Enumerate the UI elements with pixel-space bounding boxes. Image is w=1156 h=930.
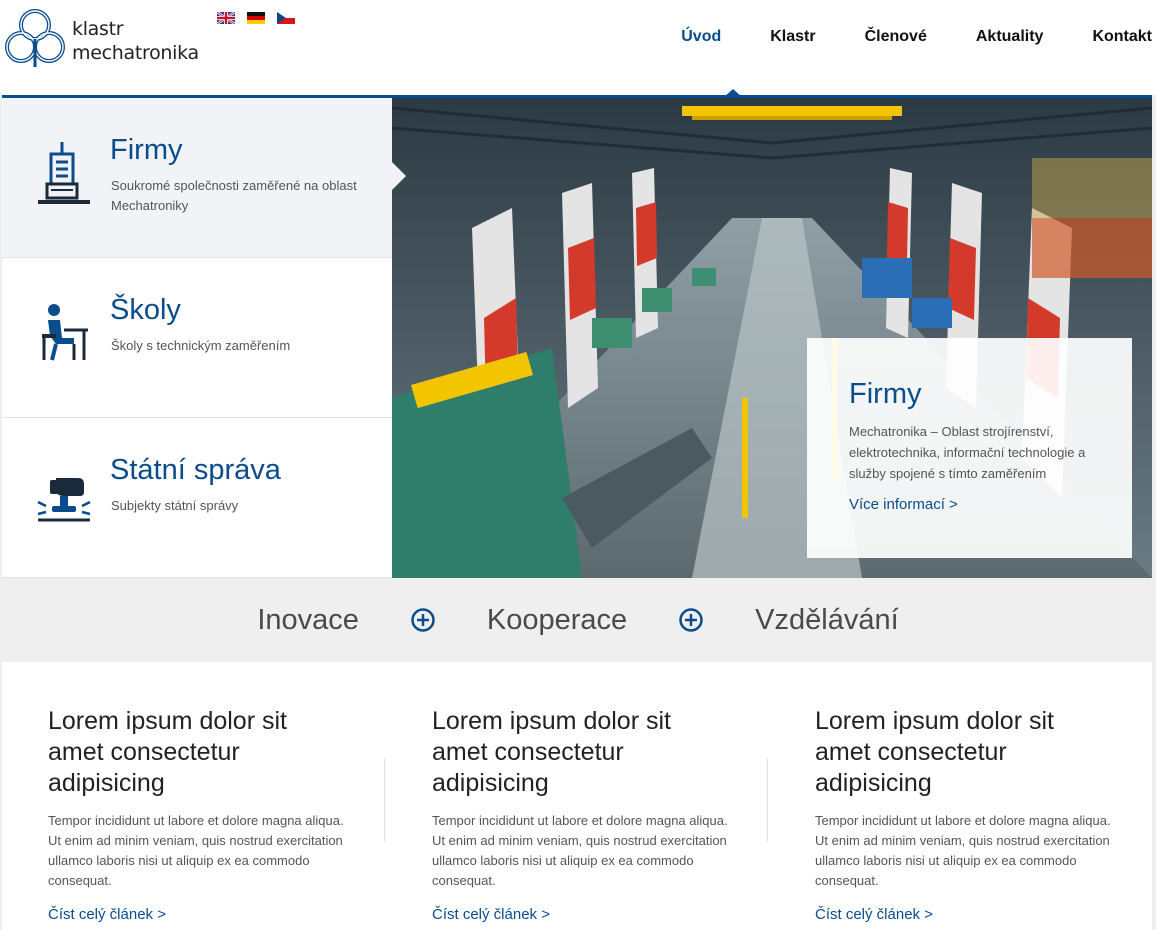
article-text: Tempor incididunt ut labore et dolore ma… bbox=[48, 813, 344, 888]
article-card: Lorem ipsum dolor sit amet consectetur a… bbox=[48, 706, 348, 924]
logo-line-2: mechatronika bbox=[72, 42, 199, 64]
article-card: Lorem ipsum dolor sit amet consectetur a… bbox=[815, 706, 1115, 924]
category-skoly[interactable]: Školy Školy s technickým zaměřením bbox=[2, 258, 392, 418]
uk-flag-icon[interactable] bbox=[217, 12, 235, 24]
circle-plus-icon bbox=[411, 608, 435, 632]
nav-item-klastr[interactable]: Klastr bbox=[770, 28, 815, 46]
article-divider bbox=[767, 758, 768, 842]
category-title: Firmy bbox=[110, 134, 183, 166]
category-description: Subjekty státní správy bbox=[111, 498, 239, 513]
student-desk-icon bbox=[42, 304, 88, 361]
pillars-strip: Inovace Kooperace Vzdělávání bbox=[0, 578, 1156, 662]
nav-item-uvod[interactable]: Úvod bbox=[681, 28, 721, 46]
articles-section: Lorem ipsum dolor sit amet consectetur a… bbox=[2, 662, 1152, 930]
gavel-stamp-icon bbox=[37, 478, 91, 522]
category-list: Firmy Soukromé společnosti zaměřené na o… bbox=[2, 98, 406, 578]
article-title: Lorem ipsum dolor sit amet consectetur a… bbox=[815, 707, 1054, 797]
nav-item-kontakt[interactable]: Kontakt bbox=[1092, 28, 1152, 46]
article-divider bbox=[384, 758, 385, 842]
site-logo[interactable]: klastr mechatronika bbox=[2, 5, 199, 71]
pillar-kooperace: Kooperace bbox=[486, 603, 628, 636]
category-description: Soukromé společnosti zaměřené na oblast … bbox=[111, 178, 357, 213]
hero-text: Mechatronika – Oblast strojírenství, ele… bbox=[849, 424, 1086, 481]
pillar-vzdelavani: Vzdělávání bbox=[755, 603, 899, 636]
category-title: Školy bbox=[110, 294, 181, 326]
circle-plus-icon bbox=[679, 608, 703, 632]
article-read-more-link[interactable]: Číst celý článek > bbox=[815, 906, 933, 923]
article-text: Tempor incididunt ut labore et dolore ma… bbox=[432, 813, 728, 888]
article-title: Lorem ipsum dolor sit amet consectetur a… bbox=[48, 707, 287, 797]
hero-title: Firmy bbox=[849, 378, 922, 410]
hero-more-link[interactable]: Více informací > bbox=[849, 496, 958, 513]
logo-line-1: klastr bbox=[72, 18, 124, 40]
site-header: klastr mechatronika Úvod Klastr Členové bbox=[0, 0, 1156, 95]
de-flag-icon[interactable] bbox=[247, 12, 265, 24]
article-card: Lorem ipsum dolor sit amet consectetur a… bbox=[432, 706, 732, 924]
cz-flag-icon[interactable] bbox=[277, 12, 295, 24]
article-text: Tempor incididunt ut labore et dolore ma… bbox=[815, 813, 1111, 888]
article-title: Lorem ipsum dolor sit amet consectetur a… bbox=[432, 707, 671, 797]
logo-text: klastr mechatronika bbox=[72, 17, 199, 65]
main-nav: Úvod Klastr Členové Aktuality Kontakt bbox=[632, 28, 1152, 46]
category-description: Školy s technickým zaměřením bbox=[111, 338, 291, 353]
pillar-inovace: Inovace bbox=[257, 603, 359, 636]
category-statni-sprava[interactable]: Státní správa Subjekty státní správy bbox=[2, 418, 392, 578]
hero-info-card: Firmy Mechatronika – Oblast strojírenstv… bbox=[807, 338, 1132, 558]
logo-mark-icon bbox=[5, 9, 65, 67]
language-switcher bbox=[217, 12, 295, 24]
article-read-more-link[interactable]: Číst celý článek > bbox=[48, 906, 166, 923]
category-firmy[interactable]: Firmy Soukromé společnosti zaměřené na o… bbox=[2, 98, 406, 258]
nav-item-aktuality[interactable]: Aktuality bbox=[976, 28, 1044, 46]
category-title: Státní správa bbox=[110, 454, 281, 486]
nav-item-clenove[interactable]: Členové bbox=[865, 28, 927, 46]
building-icon bbox=[38, 142, 90, 204]
hero-banner: Firmy Mechatronika – Oblast strojírenstv… bbox=[392, 98, 1152, 578]
article-read-more-link[interactable]: Číst celý článek > bbox=[432, 906, 550, 923]
